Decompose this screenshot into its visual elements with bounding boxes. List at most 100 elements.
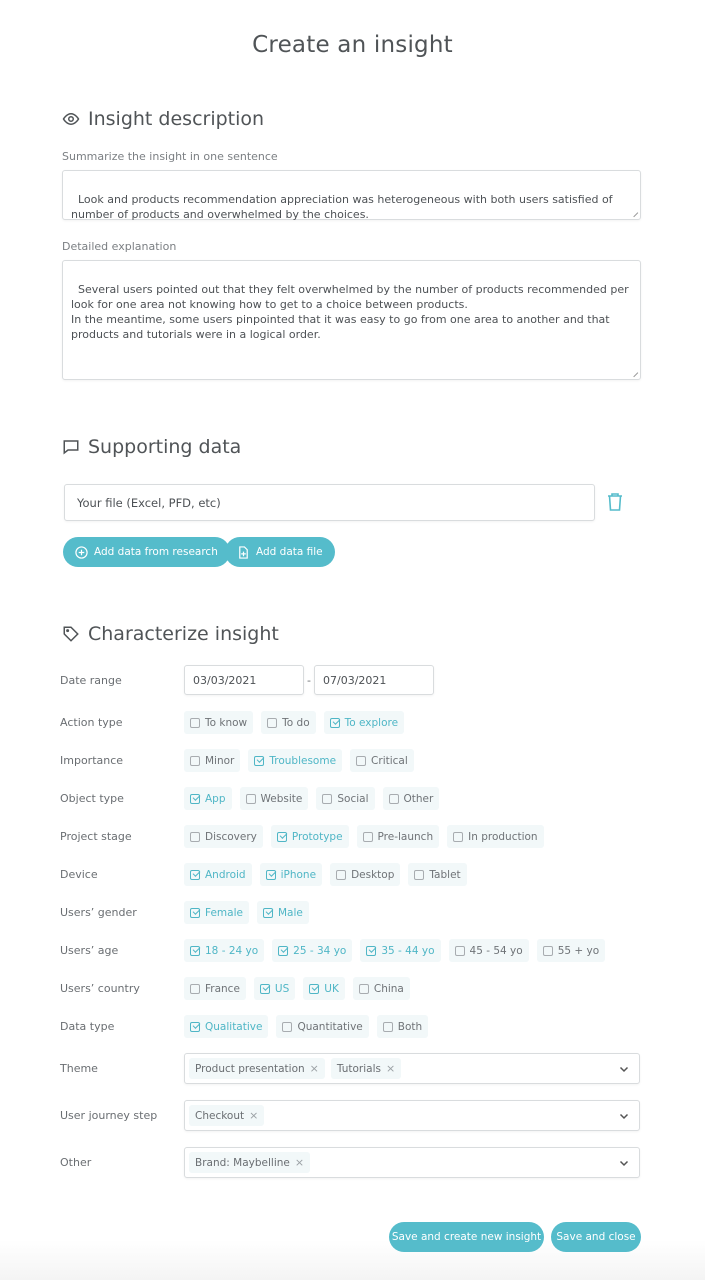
checkbox-option[interactable]: Other bbox=[382, 787, 440, 810]
selected-tag: Product presentation × bbox=[189, 1058, 325, 1079]
checkbox-empty-icon[interactable] bbox=[190, 717, 200, 728]
file-input[interactable]: Your file (Excel, PFD, etc) bbox=[64, 484, 595, 521]
section-title: Characterize insight bbox=[88, 623, 279, 645]
checkbox-option[interactable]: UK bbox=[303, 977, 345, 1000]
date-from-input[interactable]: 03/03/2021 bbox=[184, 665, 304, 695]
checkbox-empty-icon[interactable] bbox=[267, 717, 278, 728]
checkbox-empty-icon[interactable] bbox=[453, 831, 464, 842]
checkbox-checked-icon[interactable] bbox=[190, 945, 200, 956]
remove-tag-icon[interactable]: × bbox=[249, 1109, 258, 1122]
checkbox-checked-icon[interactable] bbox=[265, 869, 276, 880]
checkbox-checked-icon[interactable] bbox=[329, 717, 340, 728]
checkbox-option[interactable]: Discovery bbox=[184, 825, 263, 848]
checkbox-option[interactable]: 55 + yo bbox=[536, 939, 606, 962]
checkbox-option[interactable]: To explore bbox=[323, 711, 405, 734]
checkbox-empty-icon[interactable] bbox=[414, 869, 425, 880]
option-label: iPhone bbox=[280, 868, 317, 881]
trash-icon[interactable] bbox=[606, 492, 624, 512]
checkbox-empty-icon[interactable] bbox=[382, 1021, 393, 1032]
summary-text: Look and products recommendation appreci… bbox=[71, 193, 617, 221]
checkbox-option[interactable]: 45 - 54 yo bbox=[448, 939, 529, 962]
checkbox-option[interactable]: Critical bbox=[350, 749, 414, 772]
checkbox-option[interactable]: Quantitative bbox=[276, 1015, 369, 1038]
chevron-down-icon[interactable] bbox=[619, 1158, 629, 1168]
checkbox-empty-icon[interactable] bbox=[336, 869, 347, 880]
checkbox-option[interactable]: US bbox=[253, 977, 296, 1000]
multi-select[interactable]: Brand: Maybelline × bbox=[184, 1147, 640, 1178]
option-chips: France US UK China bbox=[184, 977, 410, 1000]
checkbox-option[interactable]: Qualitative bbox=[184, 1015, 269, 1038]
checkbox-option[interactable]: App bbox=[184, 787, 232, 810]
checkbox-checked-icon[interactable] bbox=[309, 983, 320, 994]
option-label: 18 - 24 yo bbox=[205, 944, 259, 957]
checkbox-empty-icon[interactable] bbox=[190, 831, 200, 842]
checkbox-checked-icon[interactable] bbox=[190, 907, 200, 918]
checkbox-empty-icon[interactable] bbox=[362, 831, 373, 842]
checkbox-option[interactable]: Minor bbox=[184, 749, 241, 772]
resize-handle[interactable] bbox=[629, 208, 639, 218]
checkbox-option[interactable]: Android bbox=[184, 863, 252, 886]
resize-handle[interactable] bbox=[629, 368, 639, 378]
multi-select[interactable]: Checkout × bbox=[184, 1100, 640, 1131]
checkbox-empty-icon[interactable] bbox=[388, 793, 399, 804]
checkbox-option[interactable]: To do bbox=[261, 711, 316, 734]
checkbox-option[interactable]: iPhone bbox=[259, 863, 323, 886]
checkbox-empty-icon[interactable] bbox=[322, 793, 333, 804]
checkbox-option[interactable]: Website bbox=[239, 787, 309, 810]
option-label: Desktop bbox=[351, 868, 395, 881]
save-and-create-new-button[interactable]: Save and create new insight bbox=[389, 1222, 544, 1252]
remove-tag-icon[interactable]: × bbox=[295, 1156, 304, 1169]
checkbox-option[interactable]: Prototype bbox=[270, 825, 349, 848]
checkbox-empty-icon[interactable] bbox=[245, 793, 256, 804]
summary-textarea[interactable]: Look and products recommendation appreci… bbox=[62, 170, 641, 221]
date-to-input[interactable]: 07/03/2021 bbox=[314, 665, 434, 695]
chevron-down-icon[interactable] bbox=[619, 1111, 629, 1121]
checkbox-option[interactable]: China bbox=[352, 977, 410, 1000]
checkbox-checked-icon[interactable] bbox=[190, 869, 200, 880]
checkbox-empty-icon[interactable] bbox=[542, 945, 553, 956]
checkbox-option[interactable]: In production bbox=[447, 825, 544, 848]
option-label: China bbox=[373, 982, 404, 995]
option-label: 45 - 54 yo bbox=[469, 944, 523, 957]
checkbox-checked-icon[interactable] bbox=[366, 945, 377, 956]
checkbox-option[interactable]: Male bbox=[256, 901, 309, 924]
checkbox-option[interactable]: Tablet bbox=[408, 863, 467, 886]
detail-textarea[interactable]: Several users pointed out that they felt… bbox=[62, 260, 641, 380]
checkbox-option[interactable]: 18 - 24 yo bbox=[184, 939, 265, 962]
checkbox-option[interactable]: Female bbox=[184, 901, 249, 924]
selected-tag: Tutorials × bbox=[330, 1058, 402, 1079]
checkbox-empty-icon[interactable] bbox=[358, 983, 369, 994]
checkbox-checked-icon[interactable] bbox=[276, 831, 287, 842]
selected-tag: Brand: Maybelline × bbox=[189, 1152, 311, 1173]
checkbox-option[interactable]: Pre-launch bbox=[356, 825, 440, 848]
option-chips: To know To do To explore bbox=[184, 711, 405, 734]
checkbox-option[interactable]: 35 - 44 yo bbox=[360, 939, 441, 962]
remove-tag-icon[interactable]: × bbox=[386, 1062, 395, 1075]
checkbox-option[interactable]: 25 - 34 yo bbox=[272, 939, 353, 962]
chevron-down-icon[interactable] bbox=[619, 1064, 629, 1074]
checkbox-option[interactable]: Both bbox=[376, 1015, 429, 1038]
checkbox-empty-icon[interactable] bbox=[190, 983, 200, 994]
add-data-file-button[interactable]: Add data file bbox=[225, 537, 335, 567]
checkbox-checked-icon[interactable] bbox=[190, 793, 200, 804]
option-label: Both bbox=[397, 1020, 423, 1033]
checkbox-option[interactable]: To know bbox=[184, 711, 254, 734]
checkbox-option[interactable]: Social bbox=[316, 787, 375, 810]
checkbox-option[interactable]: France bbox=[184, 977, 246, 1000]
save-and-close-button[interactable]: Save and close bbox=[551, 1222, 641, 1252]
remove-tag-icon[interactable]: × bbox=[310, 1062, 319, 1075]
checkbox-empty-icon[interactable] bbox=[356, 755, 367, 766]
checkbox-checked-icon[interactable] bbox=[259, 983, 270, 994]
checkbox-empty-icon[interactable] bbox=[282, 1021, 293, 1032]
checkbox-checked-icon[interactable] bbox=[262, 907, 273, 918]
checkbox-option[interactable]: Desktop bbox=[330, 863, 401, 886]
checkbox-checked-icon[interactable] bbox=[254, 755, 265, 766]
date-to-value: 07/03/2021 bbox=[323, 673, 387, 687]
checkbox-empty-icon[interactable] bbox=[454, 945, 465, 956]
checkbox-empty-icon[interactable] bbox=[190, 755, 200, 766]
add-data-from-research-button[interactable]: Add data from research bbox=[63, 537, 230, 567]
multi-select[interactable]: Product presentation × Tutorials × bbox=[184, 1053, 640, 1084]
checkbox-checked-icon[interactable] bbox=[278, 945, 289, 956]
checkbox-checked-icon[interactable] bbox=[190, 1021, 200, 1032]
checkbox-option[interactable]: Troublesome bbox=[248, 749, 343, 772]
